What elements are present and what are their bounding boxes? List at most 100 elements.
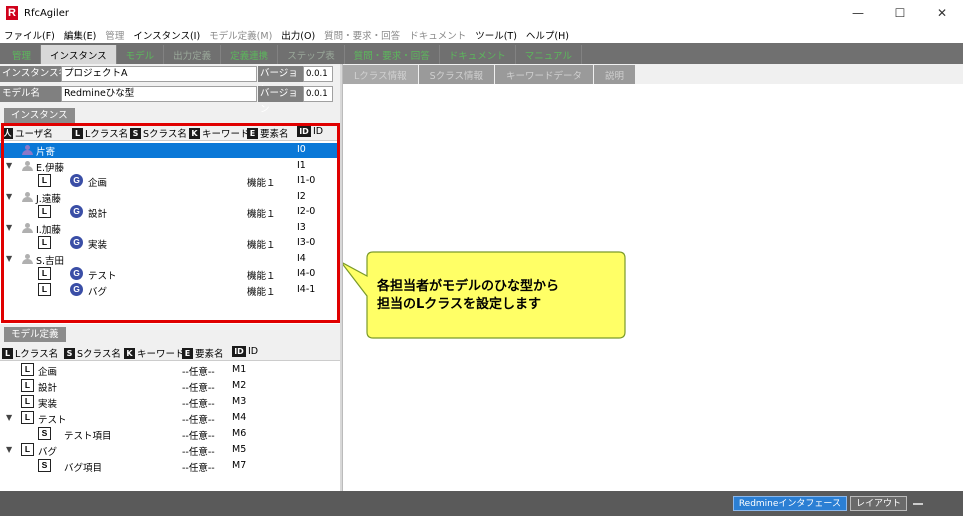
expand-toggle-icon[interactable]: ▼ bbox=[6, 223, 12, 232]
model-col-element-label: 要素名 bbox=[195, 349, 224, 360]
tab-0[interactable]: 管理 bbox=[3, 45, 42, 64]
instance-row[interactable]: L G テスト 機能１ I4-0 bbox=[0, 267, 340, 282]
app-logo-icon: R bbox=[6, 6, 18, 20]
close-button[interactable]: ✕ bbox=[921, 0, 963, 26]
tab-8[interactable]: マニュアル bbox=[516, 45, 582, 64]
expand-toggle-icon[interactable]: ▼ bbox=[6, 161, 12, 170]
expand-toggle-icon[interactable]: ▼ bbox=[6, 192, 12, 201]
lclass-name: 実装 bbox=[88, 240, 108, 251]
redmine-interface-button[interactable]: Redmineインタフェース bbox=[732, 496, 847, 511]
instance-row[interactable]: L G 企画 機能１ I1-0 bbox=[0, 174, 340, 189]
element-name: 機能１ bbox=[247, 178, 276, 189]
row-id: I2-0 bbox=[297, 206, 316, 217]
user-icon bbox=[22, 253, 33, 264]
model-col-lclass-header[interactable]: L Lクラス名 bbox=[2, 346, 58, 360]
group-icon: G bbox=[70, 205, 83, 218]
model-row[interactable]: S テスト項目 --任意-- M6 bbox=[0, 427, 340, 442]
instance-row[interactable]: L G 実装 機能１ I3-0 bbox=[0, 236, 340, 251]
sclass-name: バグ項目 bbox=[64, 463, 103, 474]
user-column-icon: 人 bbox=[2, 127, 13, 139]
instance-row[interactable]: ▼ S.吉田 I4 bbox=[0, 252, 340, 267]
model-col-sclass-header[interactable]: S Sクラス名 bbox=[64, 346, 121, 360]
left-panel: インスタンス名 プロジェクトA バージョン 0.0.1 モデル名 Redmine… bbox=[0, 64, 340, 491]
instance-row[interactable]: L G 設計 機能１ I2-0 bbox=[0, 205, 340, 220]
menu-item-2[interactable]: 管理 bbox=[105, 28, 124, 42]
col-sclass-header[interactable]: S Sクラス名 bbox=[130, 126, 187, 140]
model-row[interactable]: L 企画 --任意-- M1 bbox=[0, 363, 340, 378]
col-user-header[interactable]: 人ユーザ名 bbox=[2, 126, 53, 140]
user-icon-head bbox=[25, 160, 30, 166]
instance-row[interactable]: ▼ I.加藤 I3 bbox=[0, 221, 340, 236]
maximize-button[interactable]: ☐ bbox=[879, 0, 921, 26]
instance-version-input[interactable]: 0.0.1 bbox=[303, 66, 333, 82]
menu-item-1[interactable]: 編集(E) bbox=[64, 28, 96, 42]
minimize-button[interactable]: — bbox=[837, 0, 879, 26]
tab-7[interactable]: ドキュメント bbox=[440, 45, 516, 64]
user-icon-body bbox=[22, 258, 33, 264]
user-name: 片寄 bbox=[36, 147, 56, 158]
tab-5[interactable]: ステップ表 bbox=[278, 45, 345, 64]
menu-item-4[interactable]: モデル定義(M) bbox=[209, 28, 272, 42]
model-section-tab[interactable]: モデル定義 bbox=[4, 327, 66, 342]
menu-item-9[interactable]: ヘルプ(H) bbox=[526, 28, 569, 42]
expand-toggle-icon[interactable]: ▼ bbox=[6, 254, 12, 263]
lclass-icon: L bbox=[38, 282, 51, 296]
menu-item-0[interactable]: ファイル(F) bbox=[4, 28, 55, 42]
model-row[interactable]: ▼ L テスト --任意-- M4 bbox=[0, 411, 340, 426]
tab-2[interactable]: モデル bbox=[117, 45, 165, 64]
model-row[interactable]: S バグ項目 --任意-- M7 bbox=[0, 459, 340, 474]
tab-1[interactable]: インスタンス bbox=[41, 45, 117, 64]
menu-item-7[interactable]: ドキュメント bbox=[409, 28, 466, 42]
model-row[interactable]: L 設計 --任意-- M2 bbox=[0, 379, 340, 394]
col-element-header[interactable]: E 要素名 bbox=[247, 126, 289, 140]
tab-4[interactable]: 定義連携 bbox=[221, 45, 279, 64]
menu-item-6[interactable]: 質問・要求・回答 bbox=[324, 28, 400, 42]
expand-toggle-icon[interactable]: ▼ bbox=[6, 413, 12, 422]
menu-item-3[interactable]: インスタンス(I) bbox=[133, 28, 200, 42]
tab-6[interactable]: 質問・要求・回答 bbox=[345, 45, 440, 64]
expand-toggle-icon[interactable]: ▼ bbox=[6, 445, 12, 454]
model-col-keyword-header[interactable]: K キーワード bbox=[124, 346, 185, 360]
instance-row[interactable]: L G バグ 機能１ I4-1 bbox=[0, 282, 340, 298]
col-keyword-header[interactable]: K キーワード bbox=[189, 126, 250, 140]
instance-row[interactable]: ▼ E.伊藤 I1 bbox=[0, 159, 340, 174]
lclass-name: 企画 bbox=[88, 178, 108, 189]
element-name: --任意-- bbox=[182, 399, 215, 410]
model-col-id-header[interactable]: ID ID bbox=[232, 346, 258, 357]
model-name-input[interactable]: Redmineひな型 bbox=[61, 86, 257, 102]
col-id-header[interactable]: ID ID bbox=[297, 126, 323, 137]
title-bar: R RfcAgiler — ☐ ✕ bbox=[0, 0, 963, 26]
model-name-label: モデル名 bbox=[0, 86, 61, 102]
col-lclass-header[interactable]: L Lクラス名 bbox=[72, 126, 128, 140]
layout-button[interactable]: レイアウト bbox=[849, 496, 907, 511]
instance-row[interactable]: 片寄 I0 bbox=[0, 143, 340, 158]
element-name: 機能１ bbox=[247, 240, 276, 251]
sclass-icon: S bbox=[38, 459, 51, 472]
row-id: I0 bbox=[297, 144, 306, 155]
instance-name-label: インスタンス名 bbox=[0, 66, 61, 82]
user-icon bbox=[22, 191, 33, 202]
model-row[interactable]: ▼ L バグ --任意-- M5 bbox=[0, 443, 340, 458]
model-lclass-column-icon: L bbox=[2, 347, 13, 359]
group-icon: G bbox=[70, 174, 83, 187]
lclass-column-icon: L bbox=[72, 127, 83, 139]
model-version-input[interactable]: 0.0.1 bbox=[303, 86, 333, 102]
lclass-icon: L bbox=[38, 236, 51, 249]
col-keyword-label: キーワード bbox=[202, 129, 250, 140]
menu-item-8[interactable]: ツール(T) bbox=[475, 28, 517, 42]
model-keyword-column-icon: K bbox=[124, 347, 135, 359]
lclass-name: バグ bbox=[38, 447, 58, 458]
model-col-element-header[interactable]: E 要素名 bbox=[182, 346, 224, 360]
user-icon-body bbox=[22, 165, 33, 171]
menu-item-5[interactable]: 出力(O) bbox=[281, 28, 315, 42]
sclass-icon: S bbox=[38, 427, 51, 440]
instance-section-tab[interactable]: インスタンス bbox=[4, 108, 75, 123]
instance-row[interactable]: ▼ J.遠藤 I2 bbox=[0, 190, 340, 205]
col-user-label: ユーザ名 bbox=[15, 129, 53, 140]
tab-3[interactable]: 出力定義 bbox=[164, 45, 222, 64]
instance-name-input[interactable]: プロジェクトA bbox=[61, 66, 257, 82]
model-version-label: バージョン bbox=[258, 86, 303, 115]
model-row[interactable]: L 実装 --任意-- M3 bbox=[0, 395, 340, 410]
group-icon: G bbox=[70, 267, 83, 280]
lclass-icon: L bbox=[38, 205, 51, 218]
